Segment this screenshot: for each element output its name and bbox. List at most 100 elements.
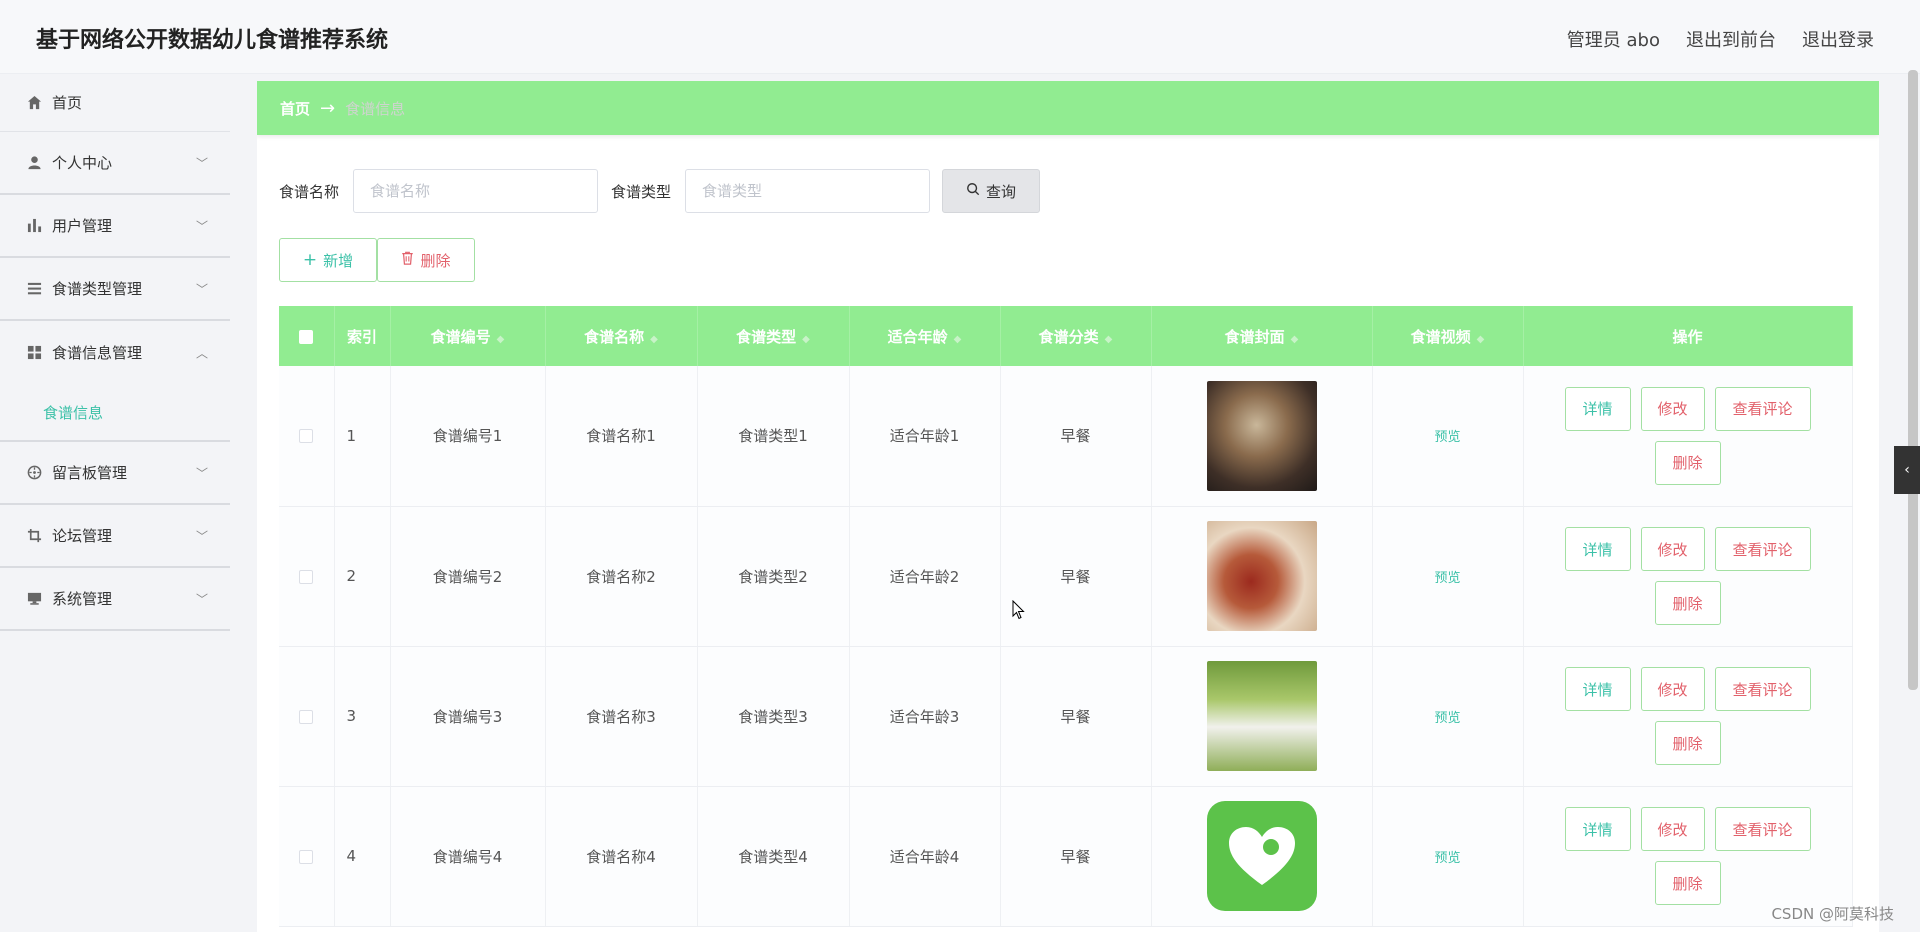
recipe-type-input[interactable] bbox=[685, 169, 931, 213]
row-checkbox[interactable] bbox=[299, 429, 314, 444]
sort-icon[interactable]: ◆ bbox=[954, 334, 962, 345]
sidebar-item-label: 个人中心 bbox=[52, 154, 113, 172]
action-bar: + 新增 删除 bbox=[279, 238, 475, 282]
crop-icon bbox=[26, 528, 42, 544]
header-name[interactable]: 食谱名称 ◆ bbox=[545, 306, 698, 366]
row-checkbox[interactable] bbox=[299, 569, 314, 584]
row-delete-button[interactable]: 删除 bbox=[1654, 440, 1721, 485]
recipe-cover-image[interactable] bbox=[1206, 521, 1317, 631]
row-delete-button[interactable]: 删除 bbox=[1654, 861, 1721, 905]
recipe-name-input[interactable] bbox=[353, 169, 599, 213]
sidebar-item-forum[interactable]: 论坛管理 ﹀ bbox=[0, 505, 230, 568]
sort-icon[interactable]: ◆ bbox=[1477, 334, 1485, 345]
row-index: 2 bbox=[334, 506, 391, 647]
sort-icon[interactable]: ◆ bbox=[1291, 334, 1299, 345]
row-type: 食谱类型3 bbox=[697, 646, 850, 787]
row-code: 食谱编号4 bbox=[390, 786, 546, 927]
plus-icon: + bbox=[302, 250, 318, 270]
video-preview-link[interactable]: 预览 bbox=[1434, 430, 1460, 445]
row-checkbox[interactable] bbox=[299, 709, 314, 724]
row-actions: 详情 修改 查看评论 删除 bbox=[1553, 527, 1823, 625]
collapse-panel-tab[interactable]: ‹ bbox=[1894, 446, 1920, 494]
bar-chart-icon bbox=[26, 218, 42, 234]
edit-button[interactable]: 修改 bbox=[1640, 527, 1705, 571]
view-comments-button[interactable]: 查看评论 bbox=[1714, 527, 1811, 571]
header-video[interactable]: 食谱视频 ◆ bbox=[1372, 306, 1524, 366]
row-delete-button[interactable]: 删除 bbox=[1654, 581, 1721, 625]
sidebar-item-label: 留言板管理 bbox=[52, 464, 128, 482]
add-button[interactable]: + 新增 bbox=[279, 238, 377, 282]
row-code: 食谱编号1 bbox=[390, 366, 546, 507]
row-checkbox[interactable] bbox=[299, 849, 314, 864]
select-all-cell[interactable] bbox=[279, 306, 335, 366]
row-index: 3 bbox=[334, 646, 391, 787]
sidebar-item-label: 论坛管理 bbox=[52, 527, 113, 545]
chevron-up-icon: ︿ bbox=[195, 346, 208, 360]
sidebar-subitem-recipe-info[interactable]: 食谱信息 bbox=[0, 384, 230, 442]
mouse-cursor-icon bbox=[1012, 600, 1025, 620]
row-category: 早餐 bbox=[1000, 786, 1152, 927]
sidebar-item-recipe-types[interactable]: 食谱类型管理 ﹀ bbox=[0, 258, 230, 321]
edit-button[interactable]: 修改 bbox=[1640, 386, 1705, 431]
sidebar-item-profile[interactable]: 个人中心 ﹀ bbox=[0, 132, 230, 195]
delete-button[interactable]: 删除 bbox=[377, 238, 475, 282]
chevron-down-icon: ﹀ bbox=[195, 529, 208, 543]
header-code[interactable]: 食谱编号 ◆ bbox=[390, 306, 546, 366]
recipe-cover-image[interactable] bbox=[1206, 661, 1317, 771]
query-button-label: 查询 bbox=[986, 182, 1017, 201]
recipe-type-label: 食谱类型 bbox=[611, 182, 672, 201]
edit-button[interactable]: 修改 bbox=[1640, 667, 1705, 711]
admin-label[interactable]: 管理员 abo bbox=[1567, 26, 1660, 52]
sort-icon[interactable]: ◆ bbox=[497, 334, 505, 345]
sidebar: 首页 个人中心 ﹀ 用户管理 ﹀ 食谱类型管理 ﹀ 食谱信息管理 ︿ 食谱信息 … bbox=[0, 74, 230, 932]
header-category[interactable]: 食谱分类 ◆ bbox=[1000, 306, 1152, 366]
sidebar-item-label: 用户管理 bbox=[52, 217, 113, 235]
watermark: CSDN @阿莫科技 bbox=[1771, 905, 1894, 923]
sort-icon[interactable]: ◆ bbox=[802, 334, 810, 345]
row-category: 早餐 bbox=[1000, 506, 1152, 647]
row-actions: 详情 修改 查看评论 删除 bbox=[1553, 386, 1823, 485]
row-type: 食谱类型2 bbox=[697, 506, 850, 647]
logout-link[interactable]: 退出登录 bbox=[1802, 26, 1874, 52]
recipe-cover-image[interactable] bbox=[1206, 801, 1317, 911]
video-preview-link[interactable]: 预览 bbox=[1434, 711, 1460, 726]
header-type[interactable]: 食谱类型 ◆ bbox=[697, 306, 850, 366]
sidebar-item-recipe-info[interactable]: 食谱信息管理 ︿ bbox=[0, 321, 230, 384]
detail-button[interactable]: 详情 bbox=[1564, 667, 1631, 711]
sidebar-item-users[interactable]: 用户管理 ﹀ bbox=[0, 195, 230, 258]
row-age: 适合年龄1 bbox=[849, 366, 1001, 507]
sidebar-item-system[interactable]: 系统管理 ﹀ bbox=[0, 568, 230, 631]
video-preview-link[interactable]: 预览 bbox=[1434, 571, 1460, 586]
sidebar-item-home[interactable]: 首页 bbox=[0, 74, 230, 132]
grid-icon bbox=[26, 345, 42, 361]
row-name: 食谱名称3 bbox=[545, 646, 698, 787]
page-scrollbar[interactable] bbox=[1908, 70, 1918, 690]
header-age[interactable]: 适合年龄 ◆ bbox=[849, 306, 1001, 366]
query-button[interactable]: 查询 bbox=[942, 169, 1041, 213]
row-actions: 详情 修改 查看评论 删除 bbox=[1553, 807, 1823, 905]
detail-button[interactable]: 详情 bbox=[1564, 807, 1631, 851]
detail-button[interactable]: 详情 bbox=[1564, 386, 1631, 431]
video-preview-link[interactable]: 预览 bbox=[1434, 851, 1460, 866]
breadcrumb-home[interactable]: 首页 bbox=[280, 98, 310, 119]
sort-icon[interactable]: ◆ bbox=[650, 334, 658, 345]
recipe-cover-image[interactable] bbox=[1206, 380, 1317, 491]
list-icon bbox=[26, 281, 42, 297]
sort-icon[interactable]: ◆ bbox=[1105, 334, 1113, 345]
row-name: 食谱名称2 bbox=[545, 506, 698, 647]
header-cover[interactable]: 食谱封面 ◆ bbox=[1151, 306, 1373, 366]
detail-button[interactable]: 详情 bbox=[1564, 527, 1631, 571]
exit-to-front-link[interactable]: 退出到前台 bbox=[1686, 26, 1776, 52]
dial-icon bbox=[26, 465, 42, 481]
edit-button[interactable]: 修改 bbox=[1640, 807, 1705, 851]
header-actions: 操作 bbox=[1523, 306, 1853, 366]
sidebar-item-message-board[interactable]: 留言板管理 ﹀ bbox=[0, 442, 230, 505]
select-all-checkbox[interactable] bbox=[299, 329, 314, 344]
breadcrumb: 首页 → 食谱信息 bbox=[257, 81, 1879, 135]
view-comments-button[interactable]: 查看评论 bbox=[1714, 386, 1811, 431]
user-icon bbox=[26, 155, 42, 171]
view-comments-button[interactable]: 查看评论 bbox=[1714, 807, 1811, 851]
view-comments-button[interactable]: 查看评论 bbox=[1714, 667, 1811, 711]
row-delete-button[interactable]: 删除 bbox=[1654, 721, 1721, 765]
row-code: 食谱编号3 bbox=[390, 646, 546, 787]
